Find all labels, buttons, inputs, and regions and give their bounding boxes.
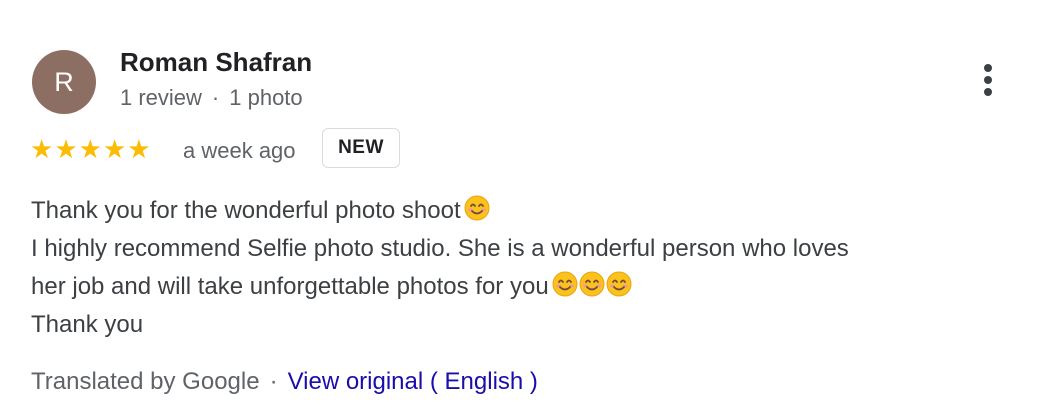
more-vert-icon[interactable] (977, 62, 1001, 98)
author-meta: 1 review · 1 photo (120, 85, 303, 111)
star-rating: ★★★★★ (30, 134, 152, 165)
smiling-face-emoji (606, 271, 632, 297)
menu-dot (984, 64, 992, 72)
author-name[interactable]: Roman Shafran (120, 47, 312, 78)
view-original-link[interactable]: View original ( English ) (288, 368, 538, 395)
menu-dot (984, 88, 992, 96)
star-icon: ★ (30, 134, 55, 164)
smiling-face-emoji (579, 271, 605, 297)
avatar[interactable]: R (32, 50, 96, 114)
new-badge: NEW (322, 128, 400, 168)
review-text-line: her job and will take unforgettable phot… (31, 268, 1021, 306)
translation-footer: Translated by Google · View original ( Eng… (31, 368, 538, 396)
review-text-line: Thank you (31, 311, 144, 338)
translated-by-label: Translated by Google (31, 368, 260, 395)
meta-separator: · (211, 85, 220, 110)
star-icon: ★ (54, 134, 79, 164)
photo-count: 1 photo (229, 85, 303, 110)
star-icon: ★ (78, 134, 103, 164)
smiling-face-emoji (552, 271, 578, 297)
smiling-face-emoji (464, 195, 490, 221)
star-icon: ★ (127, 134, 152, 164)
review-text-line: I highly recommend Selfie photo studio. … (31, 235, 849, 262)
review-text: Thank you for the wonderful photo shoot … (31, 192, 1021, 344)
star-icon: ★ (102, 134, 128, 164)
review-date: a week ago (183, 138, 296, 163)
review-count: 1 review (120, 85, 202, 110)
footer-separator: · (269, 368, 278, 395)
review-card: R Roman Shafran 1 review · 1 photo ★★★★★ a… (0, 0, 1042, 418)
menu-dot (984, 76, 992, 84)
review-text-line: Thank you for the wonderful photo shoot (31, 192, 1021, 230)
